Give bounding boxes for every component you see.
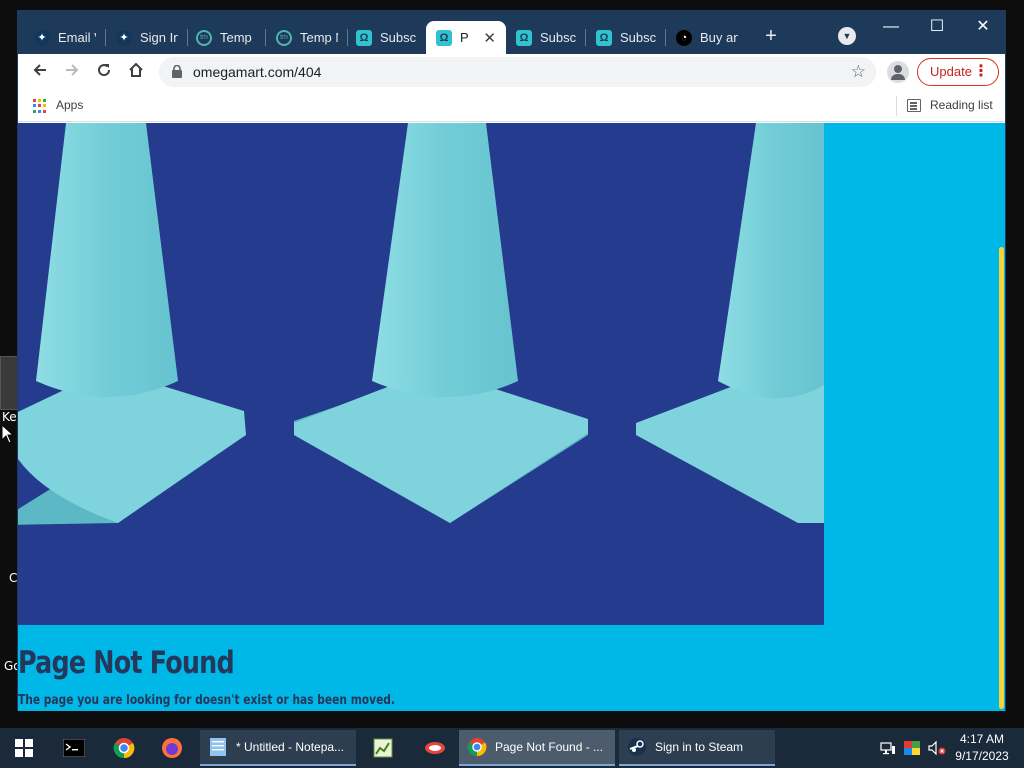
omega-icon: Ω [596,29,612,46]
chart-app-icon [373,738,393,758]
maximize-button[interactable]: ☐ [914,15,960,41]
tab-page-not-found[interactable]: Ω Pag ✕ [426,21,506,54]
hero-image [18,123,824,625]
reload-button[interactable] [91,59,117,85]
tab-temp-mail[interactable]: tm Temp M [186,21,266,54]
taskbar-item-chrome[interactable]: Page Not Found - ... [459,730,615,766]
back-button[interactable] [27,59,53,85]
arrow-left-icon [33,64,46,76]
chrome-app[interactable] [106,728,142,768]
tab-strip: ✦ Email V ✦ Sign In tm Temp M tm Temp M … [18,11,1005,54]
tab-buy[interactable]: ◔ Buy anc [666,21,748,54]
arrow-right-icon [66,64,79,76]
temp-mail-icon: tm [276,29,292,46]
desktop-icon-fragment[interactable] [0,356,18,410]
cone [294,123,588,523]
lock-icon [172,65,182,78]
clock-time[interactable]: 4:17 AM [952,732,1012,746]
page-title: Page Not Found [18,645,235,681]
firefox-app[interactable] [154,728,190,768]
url-text: omegamart.com/404 [193,64,322,80]
tab-title: Email V [58,30,96,45]
volume-muted-icon[interactable] [927,728,947,768]
color-app-icon[interactable] [903,728,921,768]
forward-button[interactable] [59,59,85,85]
spreadsheet-app[interactable] [366,728,400,768]
network-icon[interactable] [879,728,897,768]
browser-window: ✦ Email V ✦ Sign In tm Temp M tm Temp M … [17,10,1006,711]
traffic-cones-illustration [18,123,824,525]
close-icon[interactable]: ✕ [483,29,496,47]
divider [896,96,897,116]
temp-mail-icon: tm [196,29,212,46]
tab-title: Subscri [380,30,416,45]
page-content: Page Not Found The page you are looking … [18,123,1005,711]
tab-title: Temp M [220,30,256,45]
tab-subscribe[interactable]: Ω Subscri [586,21,666,54]
profile-avatar-icon[interactable] [887,61,909,83]
apps-grid-icon[interactable] [33,99,47,113]
tab-temp-mail[interactable]: tm Temp M [266,21,348,54]
tab-title: Temp M [300,30,338,45]
reload-icon [98,64,111,77]
scrollbar-thumb[interactable] [999,247,1004,709]
chrome-icon [113,738,135,759]
terminal-app[interactable] [56,728,92,768]
tab-title: Buy anc [700,30,738,45]
tab-email-verify[interactable]: ✦ Email V [24,21,106,54]
page-subtitle: The page you are looking for doesn't exi… [18,693,395,708]
taskbar-item-steam[interactable]: Sign in to Steam [619,730,775,766]
notepad-icon [210,738,226,756]
tab-title: Subscri [620,30,656,45]
update-label: Update [930,64,972,79]
bookmark-star-icon[interactable]: ☆ [851,62,866,82]
more-menu-icon[interactable]: ⋮ [973,59,989,85]
windows-logo-icon [15,739,33,757]
address-bar[interactable]: omegamart.com/404 ☆ [159,57,876,87]
clock-date[interactable]: 9/17/2023 [952,749,1012,763]
new-tab-button[interactable]: + [759,25,783,49]
omega-icon: Ω [356,29,372,46]
home-icon [129,62,143,77]
cone [636,123,824,523]
omega-icon: Ω [436,29,452,46]
firefox-icon [162,738,182,758]
tab-title: Subscri [540,30,576,45]
close-window-button[interactable]: ✕ [960,15,1006,41]
taskbar-label: Sign in to Steam [655,740,744,754]
cone [18,123,246,525]
reading-list-icon[interactable] [907,99,921,112]
taskbar-label: Page Not Found - ... [495,740,604,754]
home-button[interactable] [123,59,149,85]
desktop-label-fragment: Ke [2,410,17,424]
taskbar-label: * Untitled - Notepa... [236,740,345,754]
reading-list-button[interactable]: Reading list [930,98,993,112]
steam-icon: ✦ [116,29,132,46]
steam-icon: ✦ [34,29,50,46]
mouse-cursor-icon [1,424,13,444]
taskbar: * Untitled - Notepa... Page Not Found - … [0,728,1024,768]
omega-icon: Ω [516,29,532,46]
tab-title: Sign In [140,30,178,45]
buy-icon: ◔ [676,29,692,46]
start-button[interactable] [8,728,40,768]
chrome-icon [467,737,487,757]
apps-shortcut[interactable]: Apps [56,98,83,112]
terminal-icon [63,739,85,757]
steam-icon [628,738,646,756]
tab-title: Pag [460,30,469,45]
tab-subscribe[interactable]: Ω Subscri [346,21,426,54]
tab-subscribe[interactable]: Ω Subscri [506,21,586,54]
bookmarks-bar: Apps Reading list [18,90,1005,122]
minimize-button[interactable]: — [868,15,914,41]
toolbar: omegamart.com/404 ☆ Update ⋮ [18,54,1005,90]
tab-sign-in[interactable]: ✦ Sign In [106,21,188,54]
update-button[interactable]: Update ⋮ [917,58,999,86]
taskbar-item-notepad[interactable]: * Untitled - Notepa... [200,730,356,766]
tab-search-icon[interactable]: ▼ [838,27,856,45]
snipping-tool-app[interactable] [418,728,452,768]
snipping-tool-icon [425,742,445,754]
